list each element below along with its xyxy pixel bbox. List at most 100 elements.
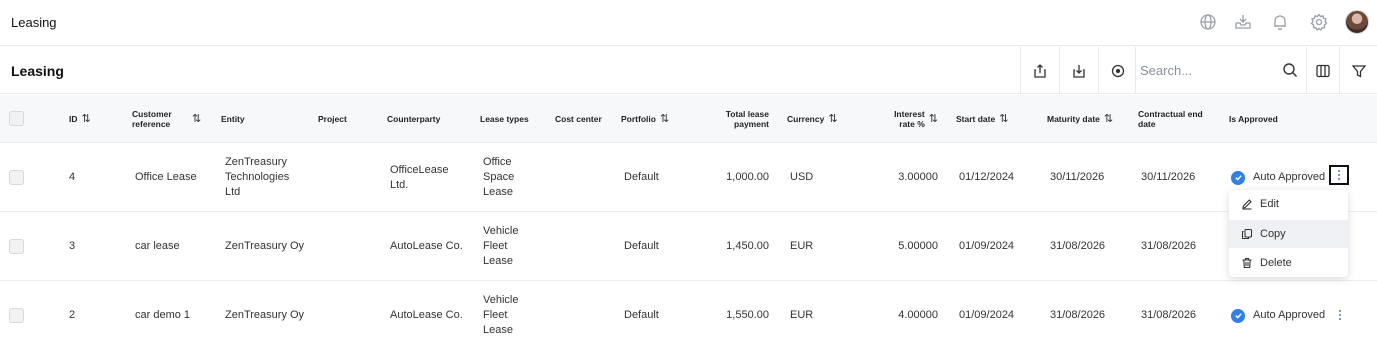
columns-button[interactable] bbox=[1306, 47, 1339, 94]
column-header-counterparty: Counterparty bbox=[387, 114, 441, 124]
column-header-contractual-end-date: Contractual end date bbox=[1138, 109, 1203, 129]
approval-status: Auto Approved bbox=[1253, 309, 1326, 321]
page-title: Leasing bbox=[11, 63, 64, 79]
trash-icon bbox=[1242, 257, 1252, 269]
column-header-customer-reference[interactable]: Customer reference ⇅ bbox=[132, 95, 212, 143]
edit-icon bbox=[1242, 199, 1252, 210]
row-checkbox[interactable] bbox=[9, 239, 24, 254]
cell-maturity-date: 30/11/2026 bbox=[1050, 171, 1105, 183]
column-header-lease-types: Lease types bbox=[480, 114, 529, 124]
export-button[interactable] bbox=[1020, 47, 1059, 94]
row-checkbox[interactable] bbox=[9, 170, 24, 185]
sort-icon: ⇅ bbox=[192, 113, 202, 125]
filter-button[interactable] bbox=[1339, 47, 1377, 94]
cell-portfolio: Default bbox=[624, 309, 659, 321]
column-header-start-date[interactable]: Start date ⇅ bbox=[956, 95, 1036, 143]
search-icon[interactable] bbox=[1282, 62, 1298, 78]
cell-total-lease-payment: 1,000.00 bbox=[726, 171, 769, 183]
cell-contractual-end-date: 31/08/2026 bbox=[1141, 309, 1197, 321]
check-circle-icon bbox=[1231, 308, 1245, 323]
column-header-portfolio[interactable]: Portfolio ⇅ bbox=[621, 95, 691, 143]
cell-entity: ZenTreasury Oy bbox=[225, 240, 305, 252]
cell-customer-reference: car demo 1 bbox=[135, 309, 191, 321]
cell-is-approved: Auto Approved bbox=[1231, 281, 1325, 348]
cell-currency: EUR bbox=[790, 309, 814, 321]
table-row[interactable]: 2 car demo 1 ZenTreasury Oy AutoLease Co… bbox=[0, 281, 1377, 348]
row-actions-menu: Edit Copy Delete bbox=[1229, 190, 1348, 277]
bell-icon[interactable] bbox=[1270, 12, 1290, 32]
copy-icon bbox=[1241, 228, 1253, 240]
cell-currency: EUR bbox=[790, 240, 814, 252]
sort-icon: ⇅ bbox=[659, 113, 670, 125]
sort-icon: ⇅ bbox=[928, 113, 938, 125]
page-toolbar: Leasing bbox=[0, 47, 1377, 94]
row-actions-button[interactable] bbox=[1330, 305, 1350, 325]
cell-lease-types: Vehicle Fleet Lease bbox=[483, 225, 519, 267]
cell-customer-reference: Office Lease bbox=[135, 171, 197, 183]
sort-icon: ⇅ bbox=[999, 113, 1009, 125]
check-circle-icon bbox=[1231, 170, 1245, 185]
cell-start-date: 01/09/2024 bbox=[959, 309, 1015, 321]
cell-contractual-end-date: 30/11/2026 bbox=[1141, 171, 1196, 183]
cell-total-lease-payment: 1,550.00 bbox=[726, 309, 769, 321]
cell-start-date: 01/09/2024 bbox=[959, 240, 1015, 252]
upload-icon bbox=[1034, 63, 1046, 78]
cell-interest-rate: 4.00000 bbox=[898, 309, 938, 321]
cell-entity: ZenTreasury Oy bbox=[225, 309, 305, 321]
cell-interest-rate: 5.00000 bbox=[898, 240, 938, 252]
download-icon bbox=[1073, 64, 1085, 78]
column-header-project: Project bbox=[318, 114, 347, 124]
app-header: Leasing bbox=[0, 0, 1377, 46]
table-header: ID ⇅ Customer reference ⇅ Entity Project C… bbox=[0, 95, 1377, 143]
cell-portfolio: Default bbox=[624, 171, 659, 183]
menu-item-delete[interactable]: Delete bbox=[1229, 249, 1348, 277]
table-row[interactable]: 4 Office Lease ZenTreasury Technologies … bbox=[0, 143, 1377, 212]
gear-icon[interactable] bbox=[1309, 12, 1329, 32]
sort-icon: ⇅ bbox=[81, 113, 91, 125]
cell-maturity-date: 31/08/2026 bbox=[1050, 240, 1106, 252]
more-vertical-icon bbox=[1338, 309, 1342, 321]
column-header-id[interactable]: ID ⇅ bbox=[69, 95, 119, 143]
column-header-currency[interactable]: Currency ⇅ bbox=[787, 95, 857, 143]
target-icon bbox=[1111, 64, 1125, 77]
column-header-is-approved: Is Approved bbox=[1229, 114, 1278, 124]
cell-customer-reference: car lease bbox=[135, 240, 180, 252]
search-box bbox=[1135, 47, 1306, 94]
search-input[interactable] bbox=[1140, 61, 1270, 79]
cell-counterparty: AutoLease Co. bbox=[390, 240, 463, 252]
avatar[interactable] bbox=[1345, 10, 1369, 34]
column-header-total-lease-payment: Total lease payment bbox=[725, 109, 769, 129]
cell-id: 2 bbox=[69, 309, 76, 321]
approval-status: Auto Approved bbox=[1253, 171, 1326, 183]
cell-currency: USD bbox=[790, 171, 814, 183]
inbox-download-icon[interactable] bbox=[1233, 12, 1253, 32]
cell-lease-types: Office Space Lease bbox=[483, 156, 515, 198]
cell-portfolio: Default bbox=[624, 240, 659, 252]
table-row[interactable]: 3 car lease ZenTreasury Oy AutoLease Co.… bbox=[0, 212, 1377, 281]
cell-interest-rate: 3.00000 bbox=[898, 171, 938, 183]
row-actions-button[interactable] bbox=[1329, 165, 1349, 185]
focus-button[interactable] bbox=[1098, 47, 1137, 94]
column-header-maturity-date[interactable]: Maturity date ⇅ bbox=[1047, 95, 1127, 143]
cell-entity: ZenTreasury Technologies Ltd bbox=[225, 156, 290, 198]
cell-maturity-date: 31/08/2026 bbox=[1050, 309, 1106, 321]
column-header-cost-center: Cost center bbox=[555, 114, 602, 124]
import-button[interactable] bbox=[1059, 47, 1098, 94]
column-header-interest-rate[interactable]: Interest rate % ⇅ bbox=[880, 95, 938, 143]
cell-lease-types: Vehicle Fleet Lease bbox=[483, 294, 519, 336]
row-checkbox[interactable] bbox=[9, 308, 24, 323]
cell-id: 4 bbox=[69, 171, 76, 183]
sort-icon: ⇅ bbox=[1103, 113, 1114, 125]
more-vertical-icon bbox=[1337, 169, 1341, 181]
menu-item-edit[interactable]: Edit bbox=[1229, 190, 1348, 218]
globe-icon[interactable] bbox=[1198, 12, 1218, 32]
cell-start-date: 01/12/2024 bbox=[959, 171, 1015, 183]
filter-icon bbox=[1351, 64, 1366, 78]
menu-item-copy[interactable]: Copy bbox=[1229, 220, 1348, 248]
columns-icon bbox=[1316, 64, 1330, 77]
sort-icon: ⇅ bbox=[828, 113, 838, 125]
cell-id: 3 bbox=[69, 240, 76, 252]
app-title: Leasing bbox=[11, 15, 57, 30]
cell-counterparty: OfficeLease Ltd. bbox=[390, 163, 449, 191]
select-all-checkbox[interactable] bbox=[9, 111, 24, 126]
